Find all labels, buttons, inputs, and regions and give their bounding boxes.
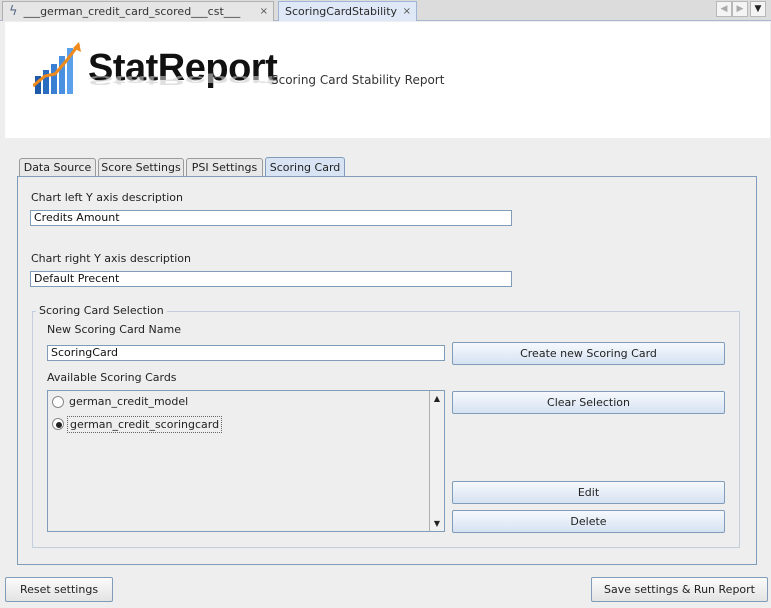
create-scoring-card-button[interactable]: Create new Scoring Card	[452, 342, 725, 365]
left-axis-input[interactable]: Credits Amount	[30, 210, 512, 226]
tab-data-source[interactable]: Data Source	[19, 158, 96, 176]
lightning-icon: ϟ	[9, 4, 18, 19]
list-scrollbar[interactable]: ▲ ▼	[429, 391, 444, 531]
left-axis-label: Chart left Y axis description	[31, 191, 183, 204]
group-title: Scoring Card Selection	[36, 304, 167, 317]
available-cards-label: Available Scoring Cards	[47, 371, 177, 384]
editor-tab-label: ScoringCardStability	[285, 5, 398, 18]
scroll-up-icon[interactable]: ▲	[430, 391, 444, 405]
close-icon[interactable]: ×	[403, 6, 411, 17]
right-axis-input[interactable]: Default Precent	[30, 271, 512, 287]
report-title: Scoring Card Stability Report	[271, 73, 445, 87]
new-card-name-label: New Scoring Card Name	[47, 323, 181, 336]
radio-german-credit-scoringcard[interactable]	[52, 418, 64, 430]
logo-reflection: StatReport	[88, 72, 278, 88]
close-icon[interactable]: ×	[260, 6, 268, 17]
new-card-name-input[interactable]: ScoringCard	[47, 345, 445, 361]
scroll-right-icon[interactable]: ▶	[732, 1, 748, 17]
list-item[interactable]: german_credit_model	[67, 394, 190, 409]
delete-button[interactable]: Delete	[452, 510, 725, 533]
right-axis-label: Chart right Y axis description	[31, 252, 191, 265]
save-run-report-button[interactable]: Save settings & Run Report	[591, 577, 768, 602]
tab-scoring-card[interactable]: Scoring Card	[265, 157, 345, 176]
list-item[interactable]: german_credit_scoringcard	[67, 416, 223, 433]
reset-settings-button[interactable]: Reset settings	[5, 577, 113, 602]
scoring-card-list	[47, 390, 445, 532]
clear-selection-button[interactable]: Clear Selection	[452, 391, 725, 414]
tab-score-settings[interactable]: Score Settings	[98, 158, 184, 176]
tab-psi-settings[interactable]: PSI Settings	[186, 158, 263, 176]
radio-german-credit-model[interactable]	[52, 396, 64, 408]
editor-tab-scoringcardstability[interactable]: ScoringCardStability ×	[278, 1, 417, 21]
editor-tab-dataset[interactable]: ϟ ___german_credit_card_scored___cst___ …	[2, 1, 274, 21]
bar-chart-logo-icon	[33, 42, 81, 94]
tab-list-dropdown-icon[interactable]: ▼	[750, 1, 766, 17]
edit-button[interactable]: Edit	[452, 481, 725, 504]
scroll-down-icon[interactable]: ▼	[430, 516, 444, 530]
scroll-left-icon[interactable]: ◀	[716, 1, 732, 17]
editor-tab-label: ___german_credit_card_scored___cst___	[23, 5, 241, 18]
